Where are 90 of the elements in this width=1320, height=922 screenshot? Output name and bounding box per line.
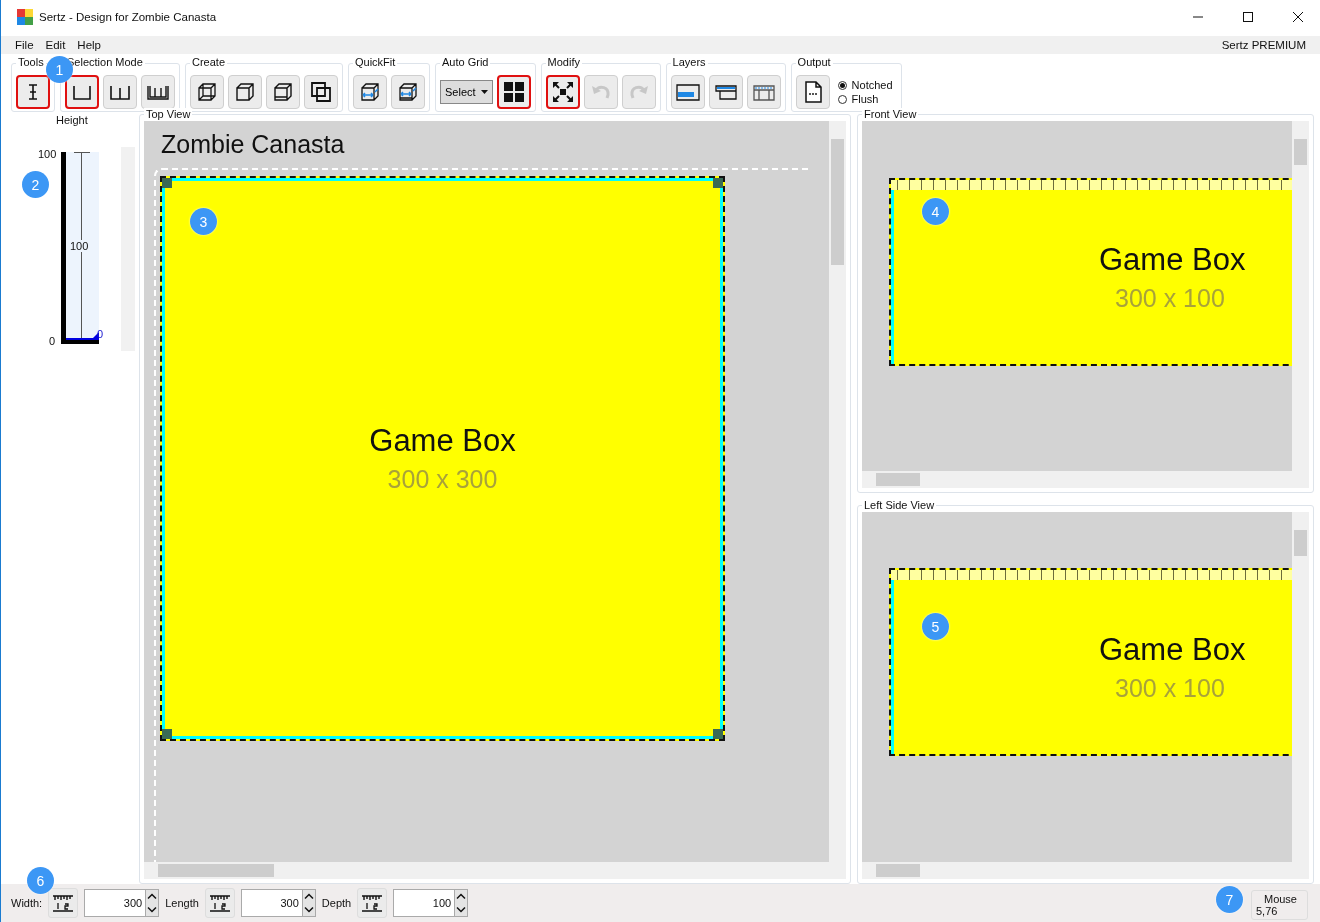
slider-value: 0	[97, 328, 104, 340]
panel-title: Left Side View	[862, 499, 937, 511]
dimension-label: Width:	[11, 897, 43, 909]
ruler-button[interactable]	[357, 888, 388, 918]
slot1-tool-button[interactable]	[65, 75, 99, 109]
slot2-tool-button[interactable]	[103, 75, 137, 109]
group-label: Create	[190, 56, 228, 68]
app-logo-icon	[17, 9, 33, 25]
slider-title: Height	[56, 114, 88, 126]
pdf-tool-button[interactable]	[795, 75, 830, 109]
number-field[interactable]: 300	[84, 889, 160, 917]
design-title: Zombie Canasta	[161, 130, 345, 159]
cube-base-icon	[271, 80, 295, 104]
expand-icon	[550, 80, 575, 104]
ruler-button[interactable]	[48, 888, 79, 918]
ruler-icon	[51, 893, 76, 913]
cube-arrow-icon	[358, 80, 382, 104]
cube-wire-tool-button[interactable]	[190, 75, 224, 109]
group-label: Modify	[545, 56, 582, 68]
layer-frame-tool-button[interactable]	[746, 75, 781, 109]
radio-option[interactable]: Flush	[837, 93, 893, 105]
layer-top-tool-button[interactable]	[708, 75, 743, 109]
number-field[interactable]: 300	[240, 889, 316, 917]
window-title: Sertz - Design for Zombie Canasta	[39, 11, 218, 23]
wireframe-cube-icon	[195, 80, 219, 104]
group-label: Auto Grid	[440, 56, 491, 68]
box-size: 300 x 300	[387, 465, 498, 494]
horizontal-scrollbar[interactable]	[862, 471, 1292, 488]
height-slider[interactable]	[61, 152, 99, 344]
cube-base-tool-button[interactable]	[266, 75, 300, 109]
panel-title: Top View	[144, 108, 193, 120]
callout-marker: 2	[22, 171, 49, 198]
panel-title: Front View	[862, 108, 919, 120]
group-label: Layers	[670, 56, 708, 68]
slider-max-label: 100	[38, 148, 57, 160]
box-size: 300 x 100	[1115, 283, 1225, 313]
slider-tick-label: 100	[70, 240, 89, 252]
resize-handle[interactable]	[713, 729, 723, 739]
menu-item[interactable]: File	[9, 39, 40, 51]
box-size: 300 x 100	[1115, 673, 1225, 703]
resize-handle[interactable]	[162, 729, 172, 739]
down-arrow-icon[interactable]	[302, 903, 315, 916]
box-name: Game Box	[1099, 241, 1246, 278]
menu-item[interactable]: Help	[71, 39, 107, 51]
number-field[interactable]: 100	[393, 889, 469, 917]
grid-dropdown[interactable]: Select	[440, 80, 493, 104]
edition-label: Sertz PREMIUM	[1221, 39, 1307, 51]
down-arrow-icon[interactable]	[455, 903, 468, 916]
horizontal-scrollbar[interactable]	[144, 862, 829, 879]
cube-base-arrow-icon	[396, 80, 420, 104]
box-name: Game Box	[1099, 631, 1246, 668]
ruler-icon	[360, 893, 385, 913]
overlapping-squares-icon	[309, 80, 333, 104]
caret-icon	[480, 90, 488, 94]
grid-tool-button[interactable]	[496, 75, 531, 109]
group-label: Tools	[16, 56, 46, 68]
resize-handle[interactable]	[713, 178, 723, 188]
grid-icon	[501, 80, 526, 104]
ruler-button[interactable]	[204, 888, 235, 918]
fit-tool-button[interactable]	[353, 75, 387, 109]
squares-tool-button[interactable]	[304, 75, 338, 109]
cube-tool-button[interactable]	[228, 75, 262, 109]
layer-bottom-tool-button[interactable]	[670, 75, 705, 109]
fit-base-tool-button[interactable]	[391, 75, 425, 109]
slider-min-label: 0	[49, 335, 56, 347]
close-icon	[1293, 12, 1303, 22]
vertical-scrollbar[interactable]	[1292, 121, 1309, 471]
menu-item[interactable]: Edit	[39, 39, 72, 51]
slot3-tool-button[interactable]	[141, 75, 175, 109]
ruler-icon	[207, 893, 232, 913]
vertical-scrollbar[interactable]	[829, 121, 846, 862]
ibeam-tool-button[interactable]	[16, 75, 50, 109]
group-label: Output	[795, 56, 833, 68]
radio-option[interactable]: Notched	[837, 79, 893, 91]
resize-handle[interactable]	[162, 178, 172, 188]
cube-icon	[233, 80, 257, 104]
expand-tool-button[interactable]	[545, 75, 580, 109]
mouse-coordinates: 5,76	[1255, 905, 1279, 917]
horizontal-scrollbar[interactable]	[862, 862, 1292, 879]
maximize-icon	[1243, 12, 1253, 22]
box-name: Game Box	[369, 423, 516, 459]
up-arrow-icon[interactable]	[302, 890, 315, 903]
vertical-scrollbar[interactable]	[1292, 512, 1309, 862]
dimension-label: Length	[165, 897, 199, 909]
up-arrow-icon[interactable]	[146, 890, 159, 903]
dimension-label: Depth	[321, 897, 352, 909]
mouse-label: Mouse	[1262, 893, 1297, 905]
down-arrow-icon[interactable]	[146, 903, 159, 916]
up-arrow-icon[interactable]	[455, 890, 468, 903]
group-label: QuickFit	[353, 56, 398, 68]
